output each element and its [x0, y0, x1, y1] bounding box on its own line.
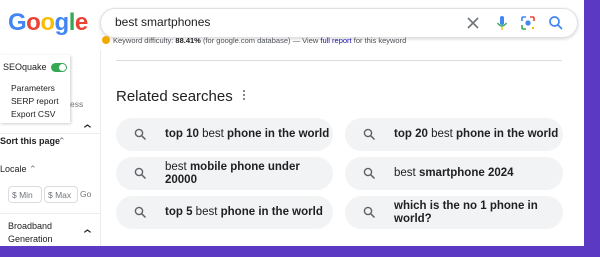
truncated-filter-label: ess: [70, 99, 84, 109]
full-report-link[interactable]: full report: [320, 36, 351, 45]
divider: [0, 133, 100, 134]
more-options-icon[interactable]: [241, 88, 247, 104]
query-part: phone in the world: [456, 128, 559, 140]
lens-icon[interactable]: [519, 14, 537, 32]
query-part: smartphone 2024: [418, 167, 514, 179]
search-icon: [134, 206, 147, 219]
query-part: top 10: [165, 128, 199, 140]
chevron-up-icon[interactable]: ⌃: [80, 122, 94, 138]
kd-label: Keyword difficulty:: [113, 36, 174, 45]
keyword-difficulty-bar: Keyword difficulty: 88.41% (for google.c…: [102, 36, 406, 45]
query-part: top 5: [165, 206, 193, 218]
seoquake-toggle[interactable]: [51, 63, 67, 72]
query-part: best: [394, 167, 419, 179]
search-input[interactable]: best smartphones: [115, 15, 210, 29]
left-sidebar: SEOquake Parameters SERP report Export C…: [0, 50, 101, 246]
seoquake-icon: [102, 36, 110, 44]
locale-label: Locale: [0, 164, 27, 174]
kd-value: 88.41%: [175, 36, 201, 45]
browser-frame: Google best smartphones Keyword difficul…: [0, 0, 584, 246]
chevron-up-icon[interactable]: ⌃: [80, 227, 94, 243]
seoquake-menu: SEOquake Parameters SERP report Export C…: [0, 55, 70, 123]
related-search-chip[interactable]: top 20 best phone in the world: [345, 118, 563, 151]
search-box[interactable]: best smartphones: [100, 8, 578, 38]
divider: [0, 213, 100, 214]
logo-letter: e: [74, 9, 88, 36]
divider: [116, 60, 562, 61]
query-part: top 20: [394, 128, 428, 140]
query-part: phone in the world: [227, 128, 330, 140]
related-searches-title: Related searches: [116, 88, 233, 105]
logo-letter: G: [8, 9, 27, 36]
microphone-icon[interactable]: [493, 14, 511, 32]
query-part: best: [165, 160, 190, 173]
related-search-text: top 5 best phone in the world: [165, 196, 323, 229]
search-icon: [363, 206, 376, 219]
query-part: which is the no 1 phone in world?: [394, 199, 538, 225]
related-search-chip[interactable]: top 5 best phone in the world: [116, 196, 333, 229]
logo-letter: o: [40, 9, 55, 36]
related-search-text: which is the no 1 phone in world?: [394, 196, 544, 229]
chevron-down-icon[interactable]: ⌃: [58, 136, 66, 147]
chevron-up-icon: ⌃: [29, 164, 37, 174]
logo-letter: g: [54, 9, 70, 36]
broadband-generation-filter[interactable]: Broadband Generation: [8, 220, 78, 246]
related-search-text: best smartphone 2024: [394, 157, 514, 190]
search-icon[interactable]: [547, 14, 565, 32]
close-icon[interactable]: [464, 14, 482, 32]
sort-this-page[interactable]: Sort this page: [0, 136, 60, 146]
related-search-text: top 20 best phone in the world: [394, 118, 558, 151]
logo-letter: o: [26, 9, 41, 36]
seoquake-title: SEOquake: [3, 62, 47, 72]
google-logo[interactable]: Google: [8, 8, 88, 38]
price-min-input[interactable]: $ Min: [8, 186, 42, 203]
query-part: best: [198, 128, 228, 140]
search-icon: [134, 128, 147, 141]
related-search-chip[interactable]: top 10 best phone in the world: [116, 118, 333, 151]
related-search-chip[interactable]: which is the no 1 phone in world?: [345, 196, 563, 229]
menu-item-serp-report[interactable]: SERP report: [4, 96, 59, 106]
kd-note: (for google.com database) — View: [202, 36, 319, 45]
menu-item-export-csv[interactable]: Export CSV: [4, 109, 55, 119]
kd-suffix: for this keyword: [353, 36, 407, 45]
go-button[interactable]: Go: [80, 186, 91, 203]
query-part: best: [192, 206, 221, 218]
related-search-text: best mobile phone under 20000: [165, 157, 315, 190]
menu-item-parameters[interactable]: Parameters: [4, 83, 55, 93]
price-max-input[interactable]: $ Max: [44, 186, 78, 203]
related-search-chip[interactable]: best mobile phone under 20000: [116, 157, 333, 190]
related-search-chip[interactable]: best smartphone 2024: [345, 157, 563, 190]
search-icon: [363, 167, 376, 180]
search-icon: [134, 167, 147, 180]
query-part: best: [427, 128, 457, 140]
search-icon: [363, 128, 376, 141]
locale-filter[interactable]: Locale ⌃: [0, 164, 37, 175]
related-search-text: top 10 best phone in the world: [165, 118, 329, 151]
query-part: phone in the world: [220, 206, 323, 218]
